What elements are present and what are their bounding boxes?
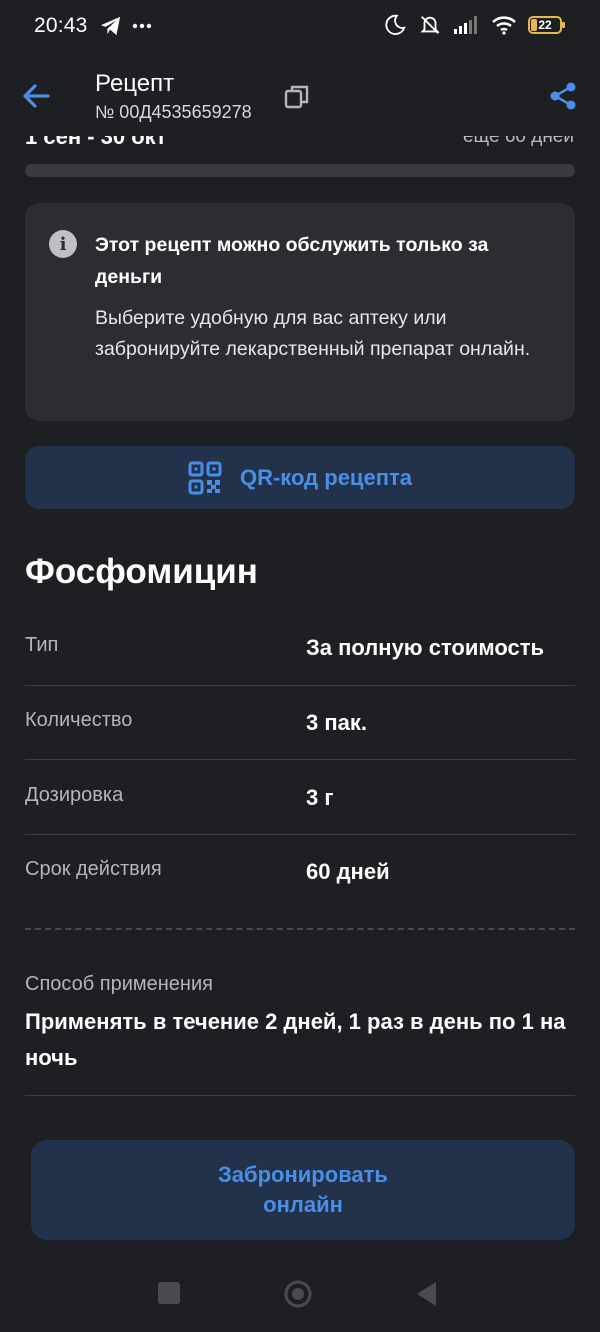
app-header: Рецепт № 00Д4535659278 — [0, 56, 600, 136]
qr-code-button[interactable]: QR-код рецепта — [25, 446, 575, 509]
info-icon: i — [49, 230, 77, 258]
battery-icon: 22 — [528, 16, 565, 34]
usage-label: Способ применения — [25, 973, 213, 995]
status-left-icons — [100, 16, 152, 36]
detail-value-type: За полную стоимость — [306, 635, 545, 660]
back-arrow-icon[interactable] — [18, 78, 54, 114]
detail-label-type: Тип — [25, 634, 59, 656]
detail-value-quantity: 3 пак. — [306, 710, 367, 735]
drug-name: Фосфомицин — [25, 552, 258, 591]
book-online-button-label: Забронировать онлайн — [218, 1162, 388, 1217]
detail-label-dosage: Дозировка — [25, 784, 124, 806]
status-right-icons: 22 — [384, 14, 565, 36]
recent-apps-button[interactable] — [158, 1282, 180, 1304]
nav-back-icon[interactable] — [414, 1279, 438, 1309]
more-notifications-icon — [132, 23, 152, 29]
qr-code-icon — [188, 461, 222, 494]
home-button[interactable] — [283, 1279, 313, 1309]
info-card: i Этот рецепт можно обслужить только за … — [25, 203, 575, 421]
info-card-title: Этот рецепт можно обслужить только за де… — [95, 234, 489, 288]
divider — [25, 834, 575, 835]
info-card-text: Выберите удобную для вас аптеку или забр… — [95, 307, 531, 360]
wifi-icon — [492, 16, 516, 35]
battery-level: 22 — [538, 18, 552, 32]
usage-text: Применять в течение 2 дней, 1 раз в день… — [25, 1009, 566, 1070]
detail-value-dosage: 3 г — [306, 785, 334, 810]
detail-label-validity: Срок действия — [25, 858, 162, 880]
detail-label-quantity: Количество — [25, 709, 133, 731]
divider — [25, 759, 575, 760]
qr-code-button-label: QR-код рецепта — [239, 464, 412, 490]
divider — [25, 685, 575, 686]
prescription-number: № 00Д4535659278 — [95, 102, 252, 122]
status-bar: 20:43 22 — [0, 0, 600, 56]
dashed-divider — [25, 928, 575, 930]
bell-off-icon — [420, 16, 440, 34]
status-time: 20:43 — [34, 14, 88, 37]
detail-value-validity: 60 дней — [306, 859, 390, 884]
validity-progress-bar — [25, 164, 575, 177]
signal-icon — [454, 16, 477, 34]
divider — [25, 1095, 575, 1096]
page-title: Рецепт — [95, 70, 175, 97]
copy-icon[interactable] — [282, 82, 312, 112]
share-icon[interactable] — [547, 80, 579, 112]
moon-icon — [385, 14, 406, 35]
telegram-icon — [101, 16, 121, 36]
book-online-button[interactable]: Забронировать онлайн — [31, 1140, 575, 1240]
